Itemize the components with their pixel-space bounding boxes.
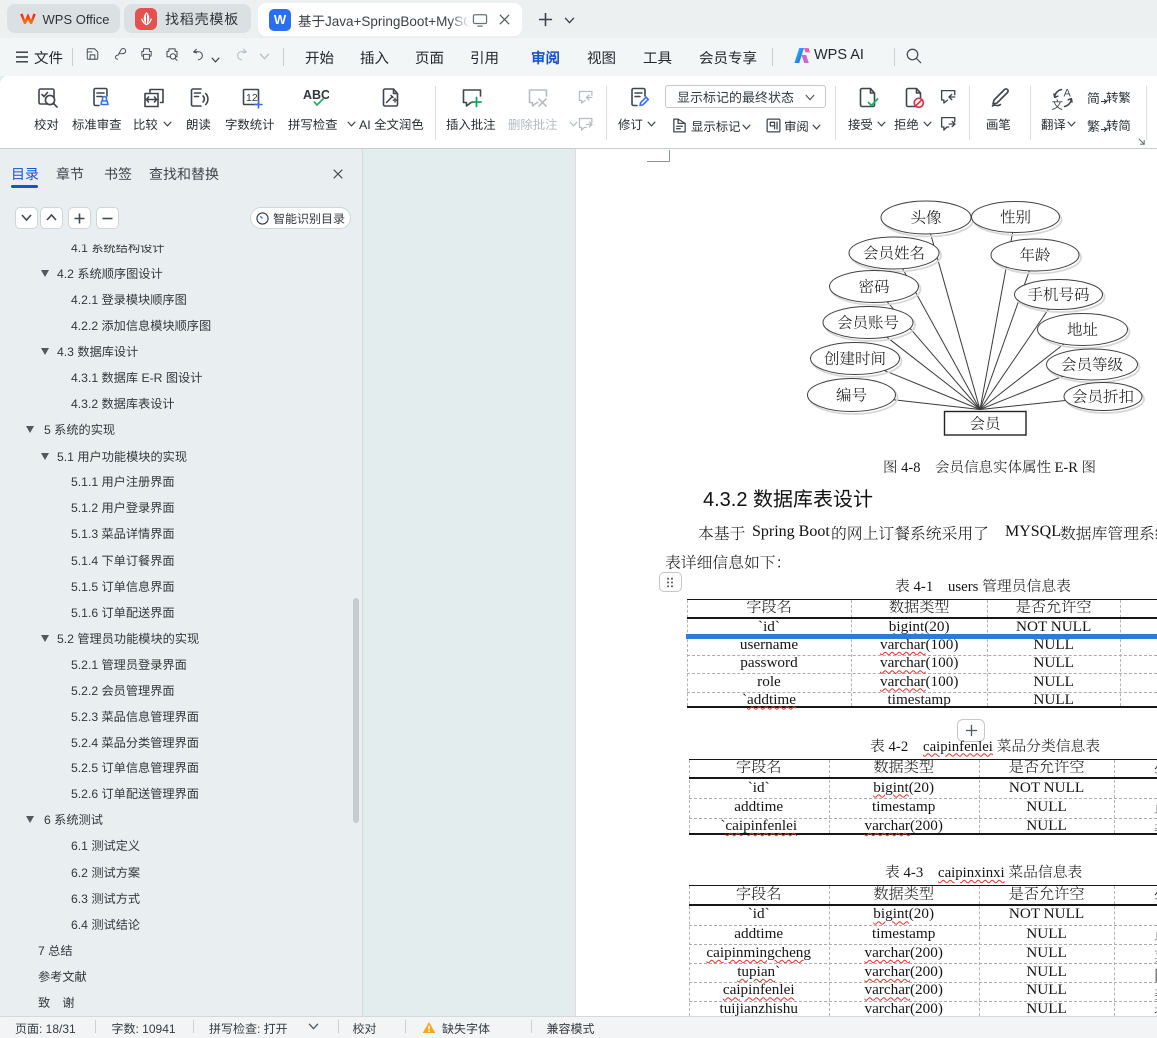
svg-text:会员: 会员 <box>969 412 1002 434</box>
svg-text:会员姓名: 会员姓名 <box>863 242 925 264</box>
svg-text:会员等级: 会员等级 <box>1061 353 1124 375</box>
svg-text:头像: 头像 <box>910 206 941 228</box>
svg-text:密码: 密码 <box>858 275 889 297</box>
svg-text:性别: 性别 <box>1000 206 1031 228</box>
svg-text:年龄: 年龄 <box>1019 244 1050 266</box>
svg-text:文: 文 <box>1052 97 1064 110</box>
svg-text:手机号码: 手机号码 <box>1027 283 1089 305</box>
svg-text:编号: 编号 <box>836 384 867 406</box>
svg-text:会员折扣: 会员折扣 <box>1072 385 1134 407</box>
svg-text:地址: 地址 <box>1067 318 1099 340</box>
svg-text:会员账号: 会员账号 <box>837 311 899 333</box>
svg-text:创建时间: 创建时间 <box>824 347 886 369</box>
svg-text:12: 12 <box>246 92 258 104</box>
svg-text:ABC: ABC <box>303 88 329 102</box>
svg-text:A: A <box>1064 88 1072 100</box>
